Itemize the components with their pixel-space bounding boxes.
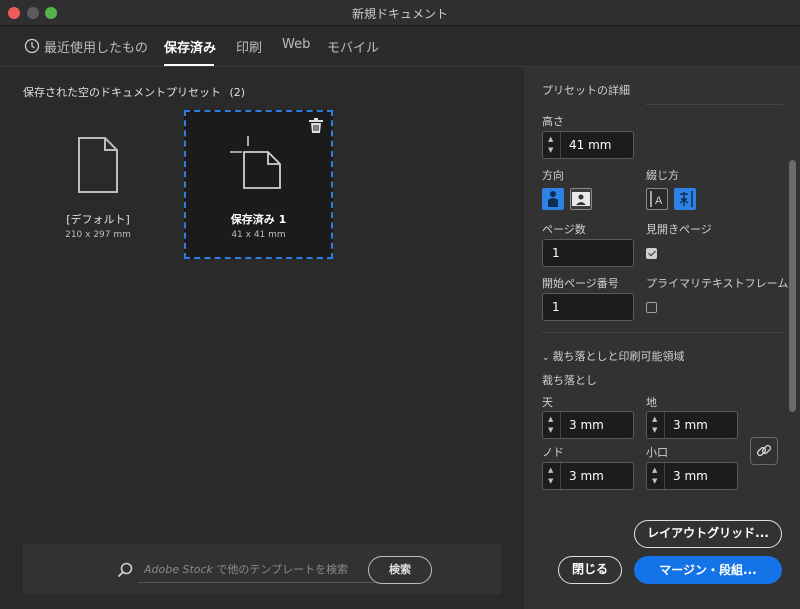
- bleed-section-toggle[interactable]: ⌄ 裁ち落としと印刷可能領域: [542, 348, 685, 364]
- svg-text:A: A: [655, 195, 663, 207]
- left-to-right-binding-button[interactable]: A: [646, 188, 668, 210]
- rtl-binding-icon: [679, 191, 693, 207]
- bleed-bottom-label: 地: [646, 396, 657, 409]
- custom-document-icon: [230, 136, 281, 189]
- trash-icon[interactable]: [309, 118, 323, 133]
- margins-columns-button[interactable]: マージン・段組...: [634, 556, 782, 584]
- tab-recent[interactable]: 最近使用したもの: [44, 37, 148, 56]
- preset-card-default[interactable]: [デフォルト] 210 x 297 mm: [48, 110, 148, 258]
- saved-presets-count: (2): [229, 86, 246, 99]
- start-page-input[interactable]: 1: [542, 293, 634, 321]
- primary-text-frame-label: プライマリテキストフレーム: [646, 277, 789, 290]
- bleed-label: 裁ち落とし: [542, 374, 597, 387]
- start-page-label: 開始ページ番号: [542, 277, 619, 290]
- facing-pages-checkbox[interactable]: [646, 248, 657, 259]
- bleed-inside-stepper[interactable]: ▲ ▼ 3 mm: [542, 462, 634, 490]
- height-stepper[interactable]: ▲ ▼ 41 mm: [542, 131, 634, 159]
- bleed-outside-label: 小口: [646, 446, 668, 459]
- height-value: 41 mm: [569, 138, 612, 152]
- preset-dims: 210 x 297 mm: [65, 230, 131, 240]
- bleed-inside-value: 3 mm: [569, 469, 604, 483]
- tab-saved[interactable]: 保存済み: [164, 37, 216, 56]
- window-title: 新規ドキュメント: [351, 7, 448, 21]
- pages-label: ページ数: [542, 223, 586, 236]
- portrait-icon: [548, 191, 558, 207]
- bleed-top-label: 天: [542, 396, 553, 409]
- landscape-icon: [572, 192, 590, 206]
- divider: [646, 104, 783, 105]
- tab-print[interactable]: 印刷: [236, 37, 262, 56]
- stock-search-input[interactable]: Adobe Stock で他のテンプレートを検索: [138, 558, 380, 583]
- preset-dims: 41 x 41 mm: [231, 230, 286, 240]
- ltr-binding-icon: A: [650, 191, 663, 207]
- saved-presets-title: 保存された空のドキュメントプリセット: [23, 86, 221, 99]
- height-label: 高さ: [542, 115, 564, 128]
- close-button[interactable]: 閉じる: [558, 556, 622, 584]
- height-spinner[interactable]: ▲ ▼: [543, 132, 561, 158]
- layout-grid-button[interactable]: レイアウトグリッド...: [634, 520, 782, 548]
- preset-details-heading: プリセットの詳細: [542, 84, 630, 97]
- divider: [542, 332, 783, 333]
- bleed-outside-spinner[interactable]: ▲ ▼: [647, 463, 665, 489]
- portrait-orientation-button[interactable]: [542, 188, 564, 210]
- orientation-label: 方向: [542, 169, 564, 182]
- clock-icon: [24, 38, 40, 54]
- bleed-bottom-value: 3 mm: [673, 418, 708, 432]
- details-scrollbar[interactable]: [789, 160, 796, 412]
- search-button[interactable]: 検索: [368, 556, 432, 584]
- right-to-left-binding-button[interactable]: [674, 188, 696, 210]
- document-icon: [78, 137, 118, 193]
- search-icon: [117, 562, 133, 578]
- bleed-inside-spinner[interactable]: ▲ ▼: [543, 463, 561, 489]
- bleed-top-spinner[interactable]: ▲ ▼: [543, 412, 561, 438]
- bleed-outside-value: 3 mm: [673, 469, 708, 483]
- preset-card-saved-1[interactable]: 保存済み 1 41 x 41 mm: [184, 110, 333, 259]
- primary-text-frame-checkbox[interactable]: [646, 302, 657, 313]
- facing-pages-label: 見開きページ: [646, 223, 712, 236]
- bleed-bottom-spinner[interactable]: ▲ ▼: [647, 412, 665, 438]
- bleed-inside-label: ノド: [542, 446, 564, 459]
- tab-mobile[interactable]: モバイル: [327, 37, 379, 56]
- search-placeholder-brand: Adobe Stock: [144, 563, 213, 576]
- tab-web[interactable]: Web: [282, 37, 310, 52]
- bleed-bottom-stepper[interactable]: ▲ ▼ 3 mm: [646, 411, 738, 439]
- pages-input[interactable]: 1: [542, 239, 634, 267]
- bleed-top-stepper[interactable]: ▲ ▼ 3 mm: [542, 411, 634, 439]
- link-icon: [756, 444, 772, 457]
- active-tab-indicator: [164, 64, 214, 66]
- bleed-section-title: 裁ち落としと印刷可能領域: [552, 350, 685, 363]
- landscape-orientation-button[interactable]: [570, 188, 592, 210]
- preset-name: 保存済み 1: [230, 213, 287, 226]
- link-bleed-values-button[interactable]: [750, 437, 778, 465]
- stock-search-bar: Adobe Stock で他のテンプレートを検索 検索: [23, 544, 501, 594]
- bleed-outside-stepper[interactable]: ▲ ▼ 3 mm: [646, 462, 738, 490]
- search-placeholder: で他のテンプレートを検索: [212, 563, 349, 576]
- chevron-down-icon: ⌄: [542, 353, 550, 363]
- saved-presets-heading: 保存された空のドキュメントプリセット (2): [23, 84, 245, 100]
- binding-label: 綴じ方: [646, 169, 679, 182]
- title-bar: 新規ドキュメント: [0, 0, 800, 26]
- bleed-top-value: 3 mm: [569, 418, 604, 432]
- preset-name: [デフォルト]: [66, 213, 130, 226]
